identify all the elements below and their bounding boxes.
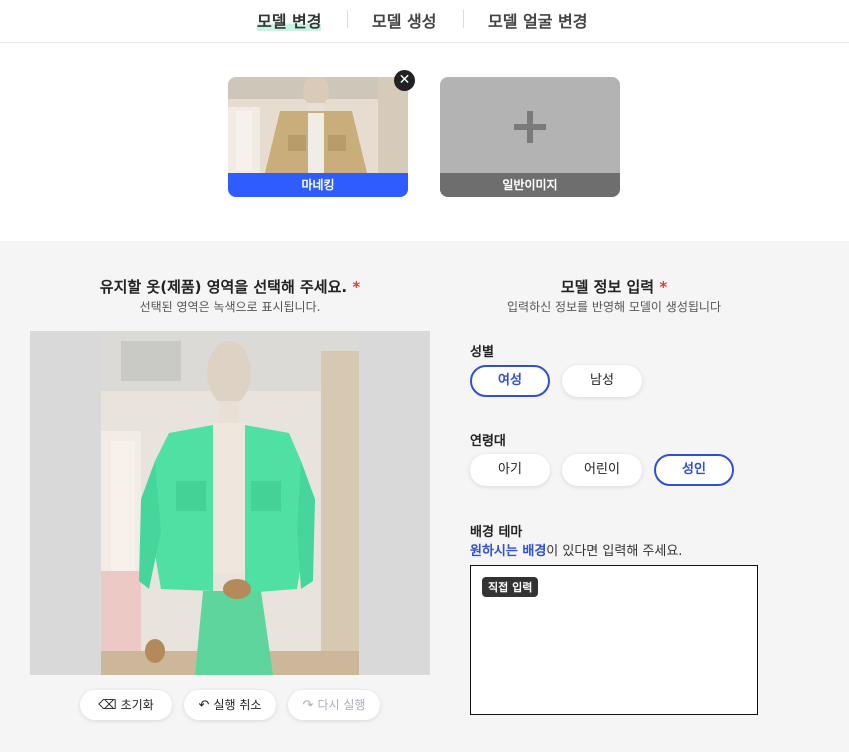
required-mark: *	[352, 278, 361, 296]
tab-model-face-change[interactable]: 모델 얼굴 변경	[488, 8, 587, 32]
model-info-title: 모델 정보 입력 *	[470, 276, 758, 297]
hint-text: 이 있다면 입력해 주세요.	[546, 544, 683, 559]
selection-title: 유지할 옷(제품) 영역을 선택해 주세요. *	[30, 276, 430, 297]
age-label: 연령대	[470, 434, 506, 449]
plus-icon	[514, 111, 546, 143]
required-mark: *	[659, 278, 668, 296]
age-option-adult[interactable]: 성인	[654, 454, 734, 486]
age-option-baby[interactable]: 아기	[470, 454, 550, 486]
mannequin-thumbnail[interactable]: 마네킹	[228, 77, 408, 197]
redo-icon: ↷	[302, 698, 314, 713]
add-image-tile[interactable]: 일반이미지	[440, 77, 620, 197]
selection-subtitle: 선택된 영역은 녹색으로 표시됩니다.	[139, 300, 321, 314]
hint-highlight: 원하시는 배경	[470, 544, 547, 559]
tab-divider	[347, 10, 348, 28]
tab-label: 모델 변경	[257, 12, 322, 31]
gender-label: 성별	[470, 345, 494, 360]
thumbnail-caption: 마네킹	[228, 173, 408, 197]
upload-strip: 마네킹 ✕ 일반이미지	[0, 43, 849, 241]
background-theme-label: 배경 테마	[470, 525, 523, 540]
reset-label: 초기화	[120, 698, 154, 712]
tab-bar: 모델 변경 모델 생성 모델 얼굴 변경	[0, 0, 849, 43]
tab-divider	[463, 10, 464, 28]
gender-option-female[interactable]: 여성	[470, 365, 550, 397]
model-info-subtitle: 입력하신 정보를 반영해 모델이 생성됩니다	[507, 300, 721, 314]
tab-label: 모델 생성	[372, 12, 437, 31]
background-input[interactable]: 직접 입력	[470, 565, 758, 715]
direct-input-badge: 직접 입력	[482, 577, 539, 597]
undo-icon: ↶	[198, 698, 210, 713]
mannequin-mask-photo[interactable]	[101, 331, 359, 675]
tab-label: 모델 얼굴 변경	[488, 12, 588, 31]
selection-title-text: 유지할 옷(제품) 영역을 선택해 주세요.	[99, 278, 348, 296]
reset-button[interactable]: ⌫ 초기화	[80, 690, 172, 720]
model-info-title-text: 모델 정보 입력	[560, 278, 655, 296]
tab-model-create[interactable]: 모델 생성	[372, 8, 436, 32]
redo-label: 다시 실행	[317, 698, 366, 712]
eraser-icon: ⌫	[98, 698, 117, 713]
gender-option-male[interactable]: 남성	[562, 365, 642, 397]
tab-model-change[interactable]: 모델 변경	[257, 8, 322, 32]
remove-thumbnail-button[interactable]: ✕	[394, 70, 415, 91]
segmentation-canvas[interactable]	[30, 331, 430, 675]
undo-label: 실행 취소	[213, 698, 262, 712]
add-tile-caption: 일반이미지	[440, 173, 620, 197]
background-hint: 원하시는 배경이 있다면 입력해 주세요.	[470, 540, 682, 559]
undo-button[interactable]: ↶ 실행 취소	[184, 690, 276, 720]
redo-button[interactable]: ↷ 다시 실행	[288, 690, 380, 720]
age-option-child[interactable]: 어린이	[562, 454, 642, 486]
